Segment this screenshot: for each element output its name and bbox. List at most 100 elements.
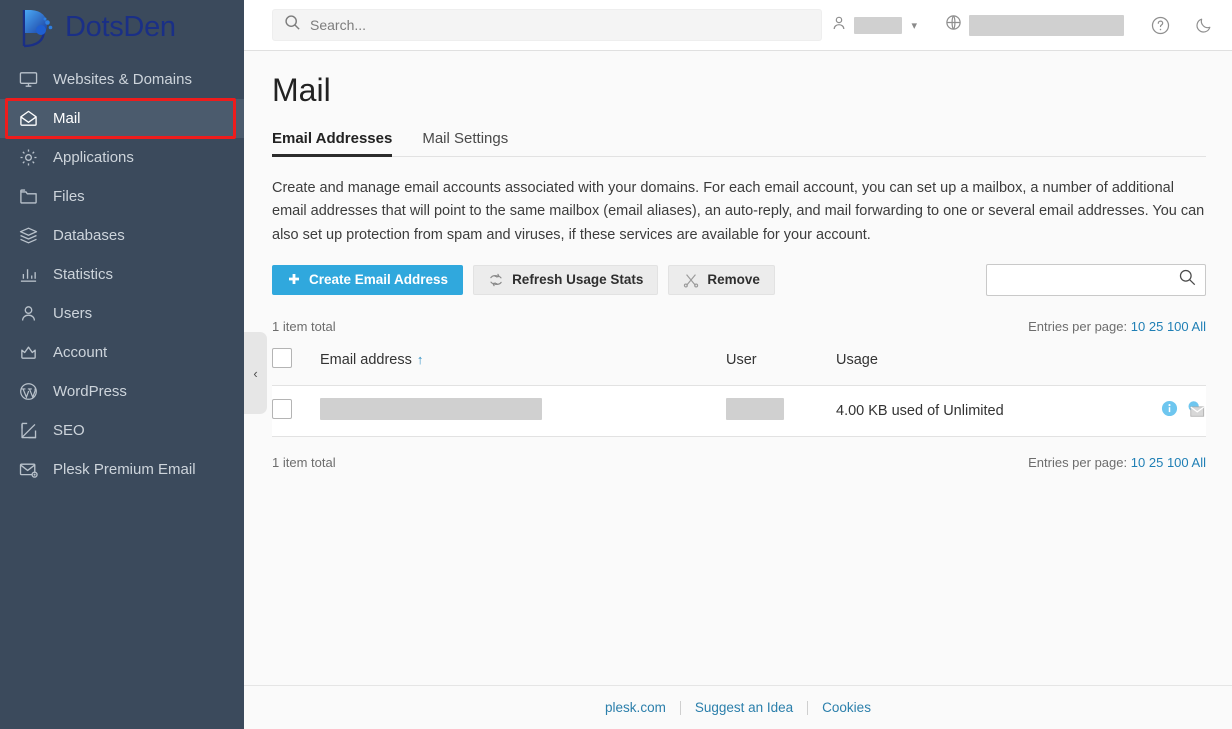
sidebar-item-label: Users [53,305,93,322]
entries-option-all[interactable]: All [1192,455,1206,470]
item-total-bottom: 1 item total [272,454,336,470]
chevron-left-icon: ‹ [253,365,258,381]
sidebar-item-wordpress[interactable]: WordPress [0,372,244,411]
chevron-down-icon[interactable]: ▾ [909,19,919,32]
sidebar-item-databases[interactable]: Databases [0,216,244,255]
remove-label: Remove [707,272,760,288]
sidebar-item-statistics[interactable]: Statistics [0,255,244,294]
sidebar-item-users[interactable]: Users [0,294,244,333]
refresh-icon [488,272,504,288]
sidebar-collapse-handle[interactable]: ‹ [244,332,267,414]
entries-option-10[interactable]: 10 [1131,455,1145,470]
email-address-redacted [320,397,542,420]
select-all-cell [272,339,320,386]
sidebar-item-label: Databases [53,227,125,244]
sidebar-item-label: Statistics [53,266,114,283]
sidebar-item-account[interactable]: Account [0,333,244,372]
entries-option-25[interactable]: 25 [1149,455,1163,470]
sidebar-item-label: Applications [53,149,134,166]
brand-logo[interactable]: DotsDen [0,0,244,55]
footer-link-plesk[interactable]: plesk.com [591,700,680,715]
locale-selector[interactable] [945,14,1124,36]
cell-actions [1136,385,1206,437]
sidebar-item-applications[interactable]: Applications [0,138,244,177]
sidebar-item-seo[interactable]: SEO [0,411,244,450]
topbar: ▾ [244,0,1232,51]
entries-option-100[interactable]: 100 [1167,455,1189,470]
sidebar-item-plesk-premium-email[interactable]: Plesk Premium Email [0,450,244,489]
column-actions [1136,339,1206,386]
cell-usage: 4.00 KB used of Unlimited [836,385,1136,437]
user-menu[interactable]: ▾ [831,15,919,36]
list-search-input[interactable] [997,272,1178,288]
page-title: Mail [272,72,331,108]
column-usage[interactable]: Usage [836,339,1136,386]
sidebar-item-websites-domains[interactable]: Websites & Domains [0,60,244,99]
table-row[interactable]: 4.00 KB used of Unlimited [272,385,1206,437]
plesk-control-panel: DotsDen Websites & Domains Mail Applicat… [0,0,1232,729]
folder-icon [18,186,39,207]
sort-asc-arrow-icon: ↑ [416,351,424,367]
bar-chart-icon [18,264,39,285]
sidebar-item-files[interactable]: Files [0,177,244,216]
row-checkbox[interactable] [272,398,292,419]
tab-bar: Email Addresses Mail Settings [272,130,1206,158]
content: Mail Email Addresses Mail Settings Creat… [244,51,1232,685]
entries-per-page-label: Entries per page: [1028,318,1128,334]
entries-per-page-bottom: Entries per page: 10 25 100 All [1028,455,1206,470]
list-search[interactable] [986,263,1206,296]
entries-option-all[interactable]: All [1192,319,1206,334]
refresh-usage-stats-label: Refresh Usage Stats [512,272,644,288]
plus-icon [287,273,301,287]
locale-value-redacted [969,14,1124,36]
entries-per-page-label: Entries per page: [1028,454,1128,470]
entries-option-25[interactable]: 25 [1149,319,1163,334]
table-body: 4.00 KB used of Unlimited [272,385,1206,437]
column-email-address[interactable]: Email address ↑ [320,339,726,386]
dotsden-logo-icon [14,6,58,50]
column-email-address-label: Email address [320,351,412,368]
email-addresses-table: Email address ↑ User Usage 4.00 KB used … [272,339,1206,437]
footer: plesk.com Suggest an Idea Cookies [244,685,1232,729]
sidebar-item-label: Websites & Domains [53,71,192,88]
page-description: Create and manage email accounts associa… [272,180,1205,243]
entries-option-10[interactable]: 10 [1131,319,1145,334]
table-header: Email address ↑ User Usage [272,339,1206,386]
select-all-checkbox[interactable] [272,347,292,368]
column-user[interactable]: User [726,339,836,386]
sidebar-item-label: WordPress [53,383,127,400]
pagination-bottom: 1 item total Entries per page: 10 25 100… [272,455,1206,470]
create-email-address-button[interactable]: Create Email Address [272,264,464,295]
dark-mode-toggle[interactable] [1194,15,1214,35]
search-icon [284,14,301,36]
cell-user [726,385,836,437]
footer-link-cookies[interactable]: Cookies [808,700,885,715]
scissors-x-icon [683,272,699,288]
item-total-top: 1 item total [272,318,336,334]
webmail-icon[interactable] [1187,400,1206,422]
tab-email-addresses[interactable]: Email Addresses [272,130,393,158]
refresh-usage-stats-button[interactable]: Refresh Usage Stats [473,264,659,295]
pagination-top: 1 item total Entries per page: 10 25 100… [272,319,1206,334]
premium-mail-icon [18,459,39,480]
topbar-right: ▾ [831,0,1214,50]
row-select-cell [272,385,320,437]
global-search[interactable] [272,9,822,41]
sidebar-item-label: SEO [53,422,85,439]
entries-option-100[interactable]: 100 [1167,319,1189,334]
help-button[interactable] [1150,15,1171,36]
tab-mail-settings[interactable]: Mail Settings [422,130,508,156]
sidebar-nav: Websites & Domains Mail Applications Fil… [0,55,244,489]
search-icon[interactable] [1178,268,1197,292]
seo-arrow-icon [18,420,39,441]
footer-link-suggest-idea[interactable]: Suggest an Idea [681,700,807,715]
toolbar: Create Email Address Refresh Usage Stats [272,263,1206,296]
sidebar-item-mail[interactable]: Mail [0,98,244,139]
create-email-address-label: Create Email Address [309,272,449,288]
database-stack-icon [18,225,39,246]
search-input[interactable] [310,17,810,33]
info-icon[interactable] [1161,400,1178,421]
sidebar-item-label: Plesk Premium Email [53,461,196,478]
envelope-open-icon [18,108,39,129]
remove-button[interactable]: Remove [668,264,775,295]
